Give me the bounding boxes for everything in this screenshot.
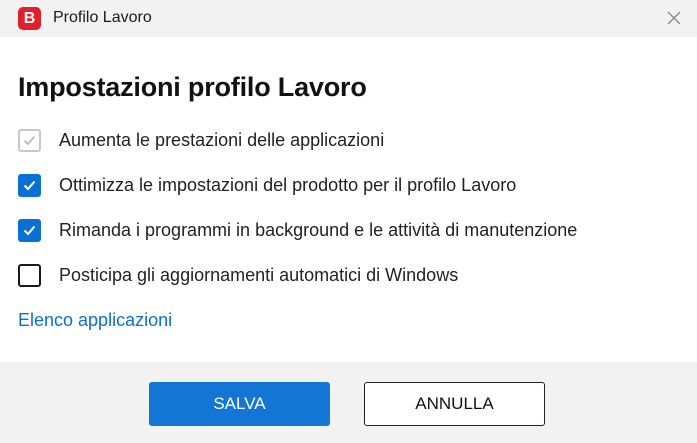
- check-icon: [23, 225, 36, 236]
- checkbox-boost-apps: [18, 129, 41, 152]
- save-button[interactable]: SALVA: [149, 382, 330, 426]
- page-title: Impostazioni profilo Lavoro: [18, 72, 367, 102]
- applications-list-link[interactable]: Elenco applicazioni: [18, 310, 172, 331]
- checkbox-optimize-settings[interactable]: [18, 174, 41, 197]
- close-icon[interactable]: [665, 9, 683, 27]
- option-postpone-windows-updates[interactable]: Posticipa gli aggiornamenti automatici d…: [18, 264, 678, 288]
- option-label: Ottimizza le impostazioni del prodotto p…: [59, 175, 517, 195]
- option-label: Rimanda i programmi in background e le a…: [59, 220, 578, 240]
- option-boost-apps: Aumenta le prestazioni delle applicazion…: [18, 129, 678, 153]
- check-icon: [23, 135, 36, 146]
- option-postpone-background[interactable]: Rimanda i programmi in background e le a…: [18, 219, 678, 243]
- check-icon: [23, 180, 36, 191]
- app-logo-icon: B: [18, 7, 41, 30]
- option-label: Posticipa gli aggiornamenti automatici d…: [59, 265, 459, 285]
- option-label: Aumenta le prestazioni delle applicazion…: [59, 130, 385, 150]
- cancel-button[interactable]: ANNULLA: [364, 382, 545, 426]
- footer-bar: SALVA ANNULLA: [0, 362, 697, 443]
- option-optimize-settings[interactable]: Ottimizza le impostazioni del prodotto p…: [18, 174, 678, 198]
- window-title: Profilo Lavoro: [53, 9, 152, 26]
- checkbox-postpone-background[interactable]: [18, 219, 41, 242]
- title-bar: B Profilo Lavoro: [0, 0, 697, 37]
- checkbox-postpone-windows-updates[interactable]: [18, 264, 41, 287]
